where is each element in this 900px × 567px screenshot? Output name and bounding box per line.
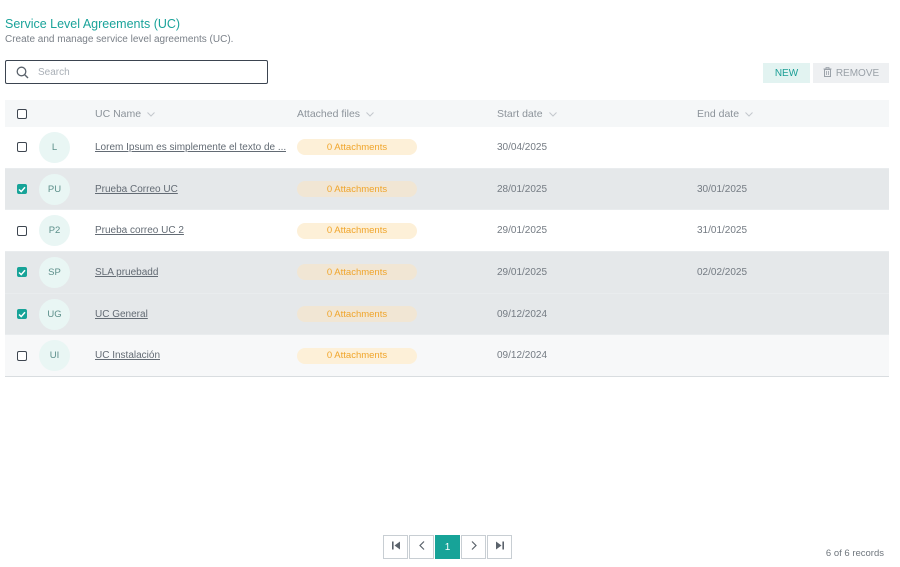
- attachments-badge[interactable]: 0 Attachments: [297, 222, 417, 239]
- next-page-button[interactable]: [461, 535, 486, 559]
- select-all-checkbox[interactable]: [17, 108, 27, 119]
- search-input[interactable]: [36, 65, 260, 79]
- end-date: 31/01/2025: [697, 225, 748, 237]
- next-page-icon: [471, 541, 477, 553]
- table-header: UC Name Attached files Start date End da…: [5, 100, 889, 127]
- row-checkbox[interactable]: [17, 267, 27, 278]
- column-end-date[interactable]: End date: [697, 100, 753, 127]
- table-row[interactable]: UG UC General 0 Attachments 09/12/2024: [5, 293, 889, 336]
- table-row[interactable]: P2 Prueba correo UC 2 0 Attachments 29/01/2…: [5, 210, 889, 253]
- prev-page-button[interactable]: [409, 535, 434, 559]
- end-date: 30/01/2025: [697, 183, 748, 195]
- records-count: 6 of 6 records: [825, 548, 884, 559]
- row-checkbox[interactable]: [17, 309, 27, 320]
- start-date: 29/01/2025: [497, 266, 548, 278]
- start-date: 28/01/2025: [497, 183, 548, 195]
- avatar: P2: [39, 215, 70, 247]
- remove-button-label: REMOVE: [835, 67, 880, 79]
- avatar: SP: [39, 256, 70, 288]
- row-checkbox[interactable]: [17, 350, 27, 361]
- chevron-down-icon: [366, 108, 374, 120]
- attachments-badge[interactable]: 0 Attachments: [297, 181, 417, 198]
- page-title: Service Level Agreements (UC): [5, 17, 181, 31]
- avatar: UG: [39, 298, 70, 330]
- table-row[interactable]: PU Prueba Correo UC 0 Attachments 28/01/202…: [5, 168, 889, 211]
- row-checkbox[interactable]: [17, 225, 27, 236]
- checkmark-icon: [18, 269, 26, 276]
- attachments-badge[interactable]: 0 Attachments: [297, 347, 417, 364]
- last-page-icon: [495, 541, 505, 553]
- end-date: 02/02/2025: [697, 266, 748, 278]
- chevron-down-icon: [548, 108, 557, 120]
- avatar: UI: [39, 340, 70, 372]
- trash-icon: [823, 66, 832, 80]
- uc-name-link[interactable]: UC Instalación: [95, 350, 160, 361]
- attachments-badge[interactable]: 0 Attachments: [297, 306, 417, 323]
- chevron-down-icon: [147, 108, 155, 120]
- search-box[interactable]: [5, 60, 268, 84]
- column-uc-name[interactable]: UC Name: [95, 100, 155, 127]
- prev-page-icon: [418, 541, 425, 553]
- avatar: L: [39, 131, 70, 163]
- checkmark-icon: [18, 186, 26, 193]
- row-checkbox[interactable]: [17, 142, 27, 153]
- table-row[interactable]: L Lorem Ipsum es simplemente el texto de …: [5, 127, 889, 169]
- start-date: 29/01/2025: [497, 225, 548, 237]
- uc-name-link[interactable]: SLA pruebadd: [95, 267, 158, 278]
- remove-button[interactable]: REMOVE: [813, 63, 889, 83]
- row-checkbox[interactable]: [17, 184, 27, 195]
- uc-name-link[interactable]: UC General: [95, 309, 148, 320]
- column-attached-files[interactable]: Attached files: [297, 100, 374, 127]
- chevron-down-icon: [745, 108, 753, 120]
- uc-name-link[interactable]: Prueba Correo UC: [95, 184, 178, 195]
- start-date: 09/12/2024: [497, 350, 548, 362]
- new-button[interactable]: NEW: [763, 63, 810, 83]
- table-row[interactable]: UI UC Instalación 0 Attachments 09/12/2024: [5, 335, 889, 378]
- first-page-icon: [391, 541, 401, 553]
- first-page-button[interactable]: [383, 535, 408, 559]
- column-start-date[interactable]: Start date: [497, 100, 557, 127]
- start-date: 30/04/2025: [497, 141, 548, 153]
- last-page-button[interactable]: [487, 535, 512, 559]
- avatar: PU: [39, 173, 70, 205]
- pagination: 1: [383, 535, 513, 559]
- checkmark-icon: [18, 311, 26, 318]
- uc-name-link[interactable]: Lorem Ipsum es simplemente el texto de .…: [95, 142, 286, 153]
- sla-table: UC Name Attached files Start date End da…: [5, 100, 889, 378]
- page-1-button[interactable]: 1: [435, 535, 460, 559]
- attachments-badge[interactable]: 0 Attachments: [297, 264, 417, 281]
- table-row[interactable]: SP SLA pruebadd 0 Attachments 29/01/2025 02/…: [5, 252, 889, 294]
- page-subtitle: Create and manage service level agreemen…: [5, 34, 234, 45]
- search-icon: [14, 64, 30, 80]
- table-body: L Lorem Ipsum es simplemente el texto de …: [5, 127, 889, 378]
- attachments-badge[interactable]: 0 Attachments: [297, 139, 417, 156]
- start-date: 09/12/2024: [497, 308, 548, 320]
- uc-name-link[interactable]: Prueba correo UC 2: [95, 225, 184, 236]
